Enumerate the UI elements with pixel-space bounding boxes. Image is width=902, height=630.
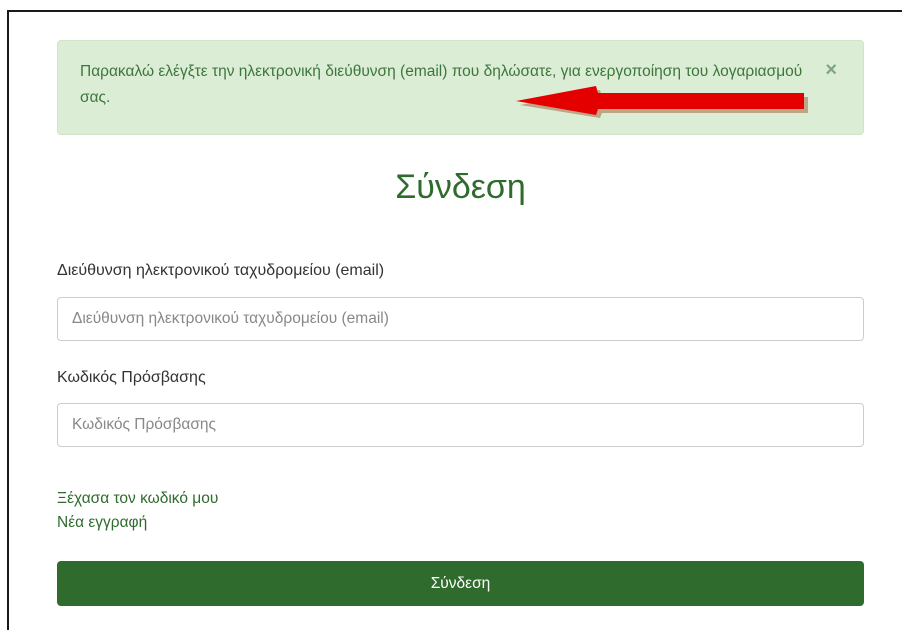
email-field[interactable]: [57, 297, 864, 341]
password-label: Κωδικός Πρόσβασης: [57, 369, 206, 386]
close-alert-button[interactable]: ×: [825, 59, 837, 81]
arrow-left-icon: [516, 86, 808, 118]
email-label: Διεύθυνση ηλεκτρονικού ταχυδρομείου (ema…: [57, 262, 385, 279]
password-field[interactable]: [57, 403, 864, 447]
login-button[interactable]: Σύνδεση: [57, 561, 864, 606]
register-link[interactable]: Νέα εγγραφή: [57, 514, 147, 532]
page-title: Σύνδεση: [395, 168, 526, 206]
forgot-password-link[interactable]: Ξέχασα τον κωδικό μου: [57, 490, 218, 508]
